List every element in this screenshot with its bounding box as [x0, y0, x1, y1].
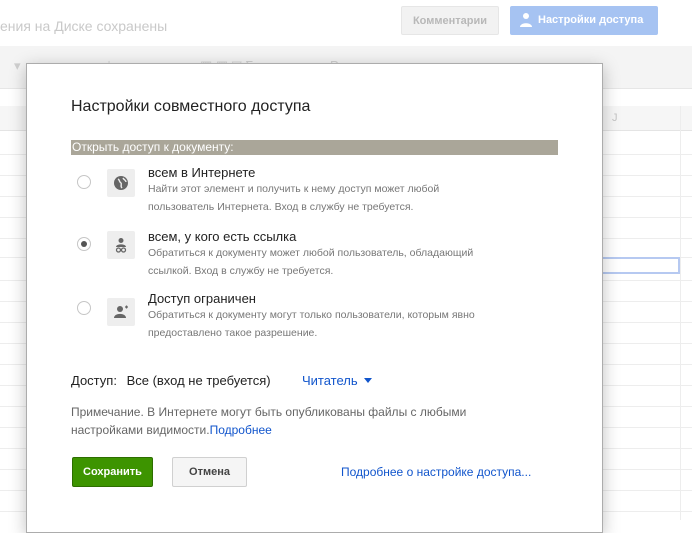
option-anyone-with-link[interactable]: всем, у кого есть ссылка Обратиться к до…: [71, 226, 571, 282]
sharing-help-link[interactable]: Подробнее о настройке доступа...: [341, 465, 531, 479]
saved-status: ения на Диске сохранены: [0, 18, 168, 34]
person-icon: [520, 13, 532, 27]
option-title: Доступ ограничен: [148, 291, 256, 306]
option-public-web[interactable]: всем в Интернете Найти этот элемент и по…: [71, 162, 571, 218]
role-dropdown-label: Читатель: [302, 373, 358, 388]
column-label: J: [612, 112, 618, 124]
globe-icon: [107, 169, 135, 197]
chevron-down-icon: [363, 378, 372, 384]
option-title: всем в Интернете: [148, 165, 256, 180]
dialog-title: Настройки совместного доступа: [71, 98, 311, 115]
share-settings-button[interactable]: Настройки доступа: [510, 6, 658, 35]
access-row: Доступ: Все (вход не требуется) Читатель: [71, 373, 372, 388]
access-label: Доступ:: [71, 373, 117, 388]
option-description: Обратиться к документу могут только поль…: [148, 309, 475, 339]
section-label: Открыть доступ к документу:: [71, 140, 558, 155]
app-header: ения на Диске сохранены Комментарии Наст…: [0, 0, 692, 46]
role-dropdown[interactable]: Читатель: [302, 373, 372, 388]
visibility-note: Примечание. В Интернете могут быть опубл…: [71, 403, 541, 439]
toolbar-tool: ▾: [14, 58, 21, 73]
sharing-dialog: Настройки совместного доступа Открыть до…: [26, 63, 603, 533]
comments-button[interactable]: Комментарии: [401, 6, 499, 35]
access-value: Все (вход не требуется): [126, 373, 271, 388]
cancel-button[interactable]: Отмена: [172, 457, 247, 487]
option-description: Обратиться к документу может любой польз…: [148, 247, 474, 277]
share-settings-label: Настройки доступа: [538, 14, 644, 26]
grid-line: [680, 106, 681, 520]
radio-public-web[interactable]: [77, 175, 91, 189]
option-restricted[interactable]: Доступ ограничен Обратиться к документу …: [71, 289, 571, 345]
radio-restricted[interactable]: [77, 301, 91, 315]
radio-anyone-with-link[interactable]: [77, 237, 91, 251]
link-person-icon: [107, 231, 135, 259]
learn-more-link[interactable]: Подробнее: [210, 423, 272, 437]
save-button[interactable]: Сохранить: [72, 457, 153, 487]
option-title: всем, у кого есть ссылка: [148, 229, 297, 244]
person-icon: [107, 298, 135, 326]
option-description: Найти этот элемент и получить к нему дос…: [148, 183, 440, 213]
